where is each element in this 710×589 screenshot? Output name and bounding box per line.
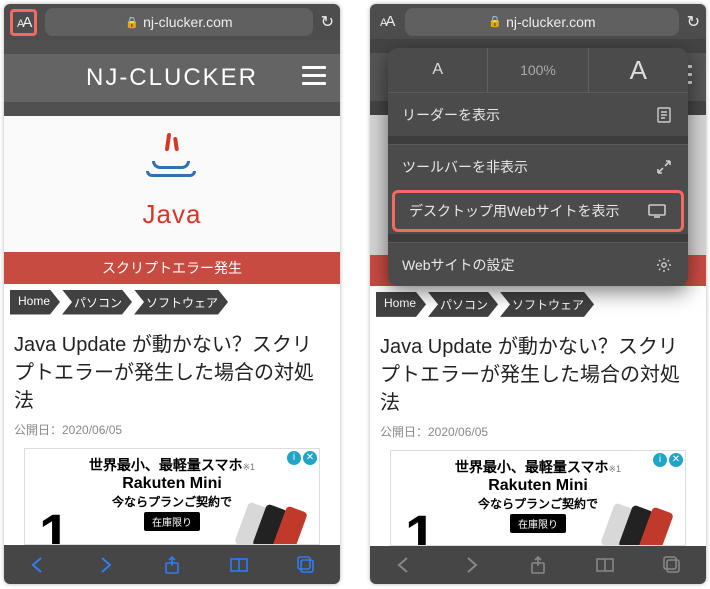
url-box[interactable]: 🔒 nj-clucker.com <box>45 8 312 36</box>
expand-icon <box>654 157 674 177</box>
page-settings-menu: A 100% A リーダーを表示 ツールバーを非表示 デスクトップ用Webサイト… <box>388 48 688 286</box>
back-icon <box>392 553 416 577</box>
ad-banner[interactable]: i✕ 世界最小、最軽量スマホ※1 Rakuten Mini 今ならプランご契約で… <box>390 450 686 546</box>
article-title: Java Update が動かない？スクリプトエラーが発生した場合の対処法 <box>14 331 330 415</box>
hero-image: Java <box>4 116 340 252</box>
zoom-row: A 100% A <box>388 48 688 92</box>
back-icon[interactable] <box>26 553 50 577</box>
bookmarks-icon[interactable] <box>227 553 251 577</box>
text-size-icon[interactable]: AA <box>376 11 397 32</box>
breadcrumb-item[interactable]: パソコン <box>62 290 132 315</box>
text-size-icon[interactable]: AA <box>10 9 37 36</box>
breadcrumb: Home パソコン ソフトウェア <box>4 284 340 321</box>
gear-icon <box>654 255 674 275</box>
menu-item-desktop-site[interactable]: デスクトップ用Webサイトを表示 <box>392 190 684 232</box>
ad-banner[interactable]: i✕ 世界最小、最軽量スマホ※1 Rakuten Mini 今ならプランご契約で… <box>24 448 320 546</box>
share-icon[interactable] <box>160 553 184 577</box>
zoom-level[interactable]: 100% <box>488 48 588 92</box>
menu-item-hide-toolbar[interactable]: ツールバーを非表示 <box>388 144 688 188</box>
ad-close-icon[interactable]: ✕ <box>669 453 683 467</box>
reload-icon[interactable]: ↻ <box>687 12 700 32</box>
bottom-toolbar <box>370 546 706 584</box>
breadcrumb-item[interactable]: ソフトウェア <box>500 292 594 317</box>
hamburger-icon[interactable] <box>302 66 326 85</box>
ad-info-icon[interactable]: i <box>653 453 667 467</box>
ad-close-icon[interactable]: ✕ <box>303 451 317 465</box>
menu-item-reader[interactable]: リーダーを表示 <box>388 92 688 136</box>
breadcrumb-item[interactable]: Home <box>10 290 60 315</box>
zoom-in-button[interactable]: A <box>589 48 688 92</box>
tabs-icon[interactable] <box>294 553 318 577</box>
java-logo-icon <box>142 139 202 189</box>
article-date: 公開日：2020/06/05 <box>380 423 696 440</box>
article-date: 公開日：2020/06/05 <box>14 421 330 438</box>
bookmarks-icon <box>593 553 617 577</box>
breadcrumb-item[interactable]: パソコン <box>428 292 498 317</box>
reader-icon <box>654 105 674 125</box>
error-banner: スクリプトエラー発生 <box>4 252 340 283</box>
url-box[interactable]: 🔒 nj-clucker.com <box>405 8 678 36</box>
breadcrumb: Home パソコン ソフトウェア <box>370 286 706 323</box>
share-icon <box>526 553 550 577</box>
reload-icon[interactable]: ↻ <box>321 12 334 32</box>
article-title: Java Update が動かない？スクリプトエラーが発生した場合の対処法 <box>380 333 696 417</box>
site-header: NJ-CLUCKER <box>4 54 340 102</box>
site-title: NJ-CLUCKER <box>86 64 258 92</box>
desktop-icon <box>647 201 667 221</box>
breadcrumb-item[interactable]: ソフトウェア <box>134 290 228 315</box>
phone-left: AA 🔒 nj-clucker.com ↻ NJ-CLUCKER Java スク… <box>4 4 340 584</box>
article: Java Update が動かない？スクリプトエラーが発生した場合の対処法 公開… <box>370 323 706 444</box>
java-logo-text: Java <box>143 199 202 230</box>
url-text: nj-clucker.com <box>506 14 595 30</box>
menu-item-site-settings[interactable]: Webサイトの設定 <box>388 242 688 286</box>
address-bar: AA 🔒 nj-clucker.com ↻ <box>370 4 706 39</box>
url-text: nj-clucker.com <box>143 14 232 30</box>
ad-info-icon[interactable]: i <box>287 451 301 465</box>
breadcrumb-item[interactable]: Home <box>376 292 426 317</box>
tabs-icon <box>660 553 684 577</box>
lock-icon: 🔒 <box>488 15 502 28</box>
phone-right: AA 🔒 nj-clucker.com ↻ NJ-CLUCKER Java <box>370 4 706 584</box>
lock-icon: 🔒 <box>125 16 139 29</box>
article: Java Update が動かない？スクリプトエラーが発生した場合の対処法 公開… <box>4 321 340 442</box>
address-bar: AA 🔒 nj-clucker.com ↻ <box>4 4 340 40</box>
forward-icon <box>459 553 483 577</box>
forward-icon[interactable] <box>93 553 117 577</box>
bottom-toolbar <box>4 545 340 584</box>
zoom-out-button[interactable]: A <box>388 48 488 92</box>
